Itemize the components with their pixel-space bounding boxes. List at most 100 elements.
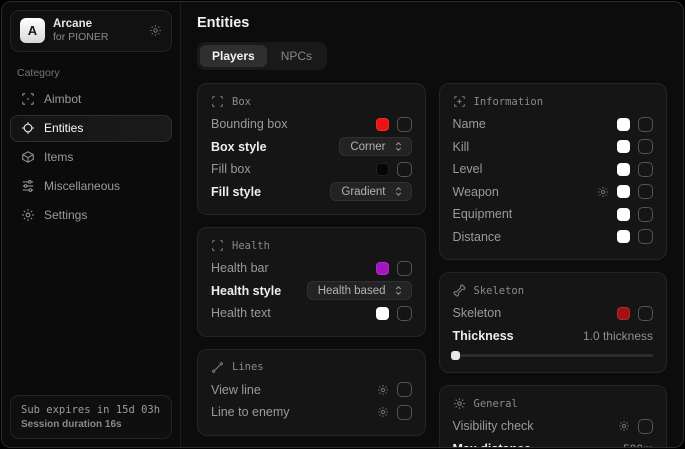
row-label: Equipment <box>453 207 513 221</box>
color-swatch[interactable] <box>617 230 630 243</box>
weapon-row: Weapon <box>453 181 654 204</box>
box-brackets-icon <box>211 95 224 108</box>
view-line-checkbox[interactable] <box>397 382 412 397</box>
chevron-up-down-icon <box>393 186 404 197</box>
row-label: Level <box>453 162 483 176</box>
line-to-enemy-checkbox[interactable] <box>397 405 412 420</box>
name-checkbox[interactable] <box>638 117 653 132</box>
dropdown-value: Corner <box>350 141 385 153</box>
color-swatch[interactable] <box>617 185 630 198</box>
kill-checkbox[interactable] <box>638 139 653 154</box>
box-style-dropdown[interactable]: Corner <box>339 137 411 156</box>
bone-icon <box>453 284 466 297</box>
name-row: Name <box>453 113 654 136</box>
skeleton-row: Skeleton <box>453 302 654 325</box>
fill-style-row: Fill style Gradient <box>211 181 412 204</box>
color-swatch[interactable] <box>617 163 630 176</box>
sidebar-item-items[interactable]: Items <box>10 144 172 171</box>
visibility-check-checkbox[interactable] <box>638 419 653 434</box>
gear-icon[interactable] <box>597 186 609 198</box>
entities-icon <box>21 121 35 135</box>
color-swatch[interactable] <box>376 118 389 131</box>
fill-box-checkbox[interactable] <box>397 162 412 177</box>
row-label: Name <box>453 117 486 131</box>
row-label: View line <box>211 383 261 397</box>
health-brackets-icon <box>211 239 224 252</box>
row-label: Distance <box>453 230 502 244</box>
slider-thumb[interactable] <box>451 351 460 360</box>
bounding-box-checkbox[interactable] <box>397 117 412 132</box>
sidebar-item-label: Settings <box>44 208 87 222</box>
tab-npcs[interactable]: NPCs <box>269 45 324 67</box>
fill-style-dropdown[interactable]: Gradient <box>330 182 411 201</box>
sidebar-item-miscellaneous[interactable]: Miscellaneous <box>10 173 172 200</box>
row-label: Kill <box>453 140 470 154</box>
chevron-up-down-icon <box>393 141 404 152</box>
sidebar: A Arcane for PIONER Category Aimbot <box>2 2 181 447</box>
sliders-icon <box>21 179 35 193</box>
section-title: Information <box>474 96 544 108</box>
health-section: Health Health bar Health style H <box>197 227 426 337</box>
kill-row: Kill <box>453 136 654 159</box>
app-window: A Arcane for PIONER Category Aimbot <box>1 1 684 448</box>
skeleton-section: Skeleton Skeleton Thickness 1.0 thicknes… <box>439 272 668 373</box>
sidebar-item-label: Aimbot <box>44 92 81 106</box>
brand-card: A Arcane for PIONER <box>10 10 172 52</box>
brand-name: Arcane <box>53 17 108 31</box>
page-title: Entities <box>197 15 667 31</box>
gear-icon[interactable] <box>377 406 389 418</box>
subscription-card: Sub expires in 15d 03h Session duration … <box>10 395 172 439</box>
color-swatch[interactable] <box>376 307 389 320</box>
level-checkbox[interactable] <box>638 162 653 177</box>
row-label: Max distance <box>453 442 532 447</box>
max-distance-value: 500m <box>623 442 653 447</box>
brand-subtitle: for PIONER <box>53 31 108 44</box>
tab-players[interactable]: Players <box>200 45 267 67</box>
sidebar-item-label: Miscellaneous <box>44 179 120 193</box>
color-swatch[interactable] <box>617 118 630 131</box>
equipment-checkbox[interactable] <box>638 207 653 222</box>
row-label: Health text <box>211 306 271 320</box>
bounding-box-row: Bounding box <box>211 113 412 136</box>
fill-box-row: Fill box <box>211 158 412 181</box>
gear-icon[interactable] <box>618 420 630 432</box>
color-swatch[interactable] <box>617 140 630 153</box>
section-title: Health <box>232 240 270 252</box>
sidebar-item-entities[interactable]: Entities <box>10 115 172 142</box>
dropdown-value: Health based <box>318 285 386 297</box>
row-label: Health bar <box>211 261 269 275</box>
sidebar-item-settings[interactable]: Settings <box>10 202 172 229</box>
line-to-enemy-row: Line to enemy <box>211 401 412 424</box>
health-text-checkbox[interactable] <box>397 306 412 321</box>
gear-icon[interactable] <box>149 24 162 37</box>
main-panel: Entities Players NPCs Box Bounding box <box>181 2 683 447</box>
thickness-slider[interactable] <box>453 350 654 361</box>
health-style-dropdown[interactable]: Health based <box>307 281 412 300</box>
box-style-row: Box style Corner <box>211 136 412 159</box>
section-title: General <box>474 398 518 410</box>
color-swatch[interactable] <box>617 307 630 320</box>
distance-checkbox[interactable] <box>638 229 653 244</box>
skeleton-checkbox[interactable] <box>638 306 653 321</box>
sub-expiry-text: Sub expires in 15d 03h <box>21 404 161 416</box>
thickness-row: Thickness 1.0 thickness <box>453 325 654 348</box>
weapon-checkbox[interactable] <box>638 184 653 199</box>
color-swatch[interactable] <box>376 163 389 176</box>
row-label: Skeleton <box>453 306 502 320</box>
level-row: Level <box>453 158 654 181</box>
info-focus-icon <box>453 95 466 108</box>
entity-tabs: Players NPCs <box>197 42 327 70</box>
sidebar-item-aimbot[interactable]: Aimbot <box>10 86 172 113</box>
gear-icon[interactable] <box>377 384 389 396</box>
thickness-value: 1.0 thickness <box>583 329 653 343</box>
health-bar-checkbox[interactable] <box>397 261 412 276</box>
row-label: Health style <box>211 284 281 298</box>
color-swatch[interactable] <box>376 262 389 275</box>
app-logo: A <box>20 18 45 43</box>
aimbot-icon <box>21 92 35 106</box>
color-swatch[interactable] <box>617 208 630 221</box>
row-label: Box style <box>211 140 267 154</box>
row-label: Bounding box <box>211 117 287 131</box>
chevron-up-down-icon <box>393 285 404 296</box>
box-section: Box Bounding box Box style Corne <box>197 83 426 215</box>
